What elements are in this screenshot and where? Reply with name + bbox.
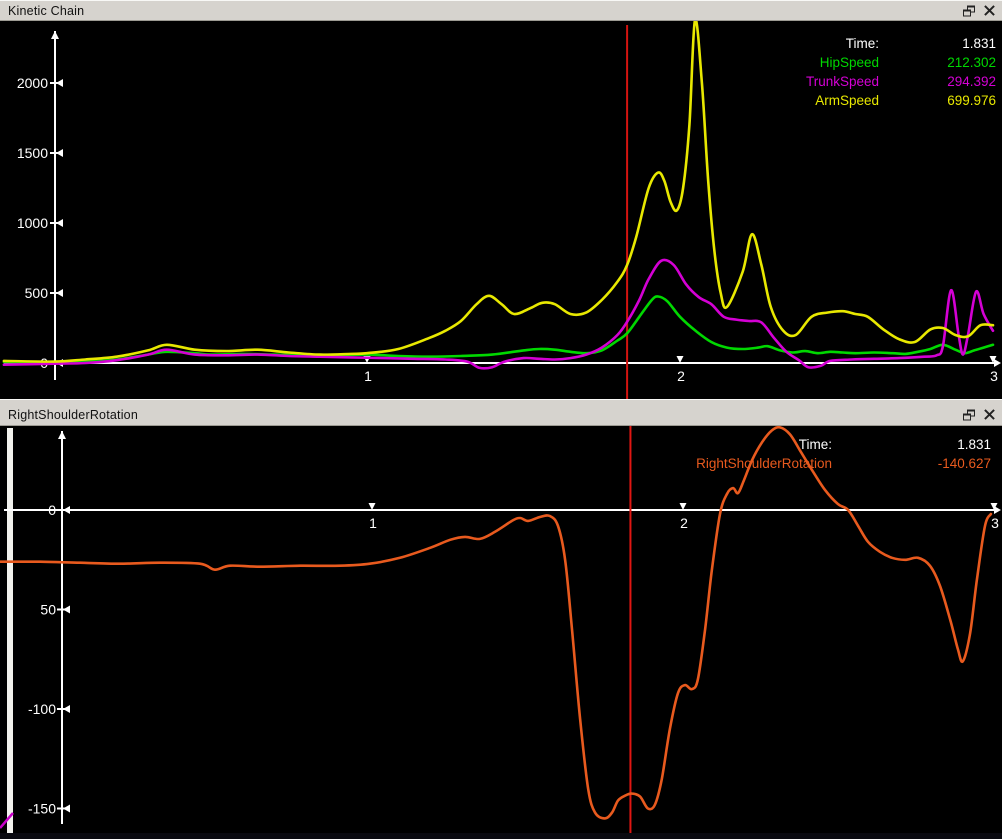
shoulder-rotation-titlebar[interactable]: RightShoulderRotation [0,399,1002,426]
legend-series-name: TrunkSpeed [806,74,879,89]
y-tick-arrow [56,79,63,87]
shoulder-rotation-chart-area[interactable]: 123050-100-150 Time:1.831RightShoulderRo… [0,426,1002,839]
y-tick-arrow [56,219,63,227]
panel-right-shoulder-rotation: RightShoulderRotation 1 2 3 0 50 -100 -150 Tim… [0,399,1002,839]
y-tick-label: 1000 [17,215,48,231]
y-tick-arrow [63,705,70,713]
legend-series-name: ArmSpeed [815,93,879,108]
panel-kinetic-chain: Kinetic Chain 1230500100015002000 Time:1… [0,0,1002,399]
legend-row: ArmSpeed699.976 [806,91,996,110]
legend-time-label: Time: [799,437,832,452]
y-tick-label: 1500 [17,145,48,161]
series-RightShoulderRotation [0,427,991,818]
legend-row: HipSpeed212.302 [806,53,996,72]
legend-series-value: 212.302 [879,55,996,70]
legend-row: Time:1.831 [696,435,991,454]
y-tick-label: 0 [48,502,56,518]
legend-row: Time:1.831 [806,34,996,53]
y-tick-label: 500 [25,285,49,301]
window-buttons [963,5,995,16]
x-tick-label: 3 [991,515,999,531]
y-tick-arrow [63,506,70,514]
kinetic-chain-titlebar[interactable]: Kinetic Chain [0,0,1002,21]
y-axis-arrow [51,31,59,39]
legend-row: RightShoulderRotation-140.627 [696,454,991,473]
y-tick-label: 2000 [17,75,48,91]
window-buttons [963,409,995,420]
legend-series-name: HipSpeed [820,55,879,70]
shoulder-rotation-plot: 1 2 3 0 50 -100 -150 [0,426,1002,839]
legend-series-value: -140.627 [832,456,991,471]
kinetic-chain-chart-area[interactable]: 1230500100015002000 Time:1.831HipSpeed21… [0,21,1002,399]
legend-series-value: 294.392 [879,74,996,89]
x-tick-label: 3 [990,368,998,384]
y-tick-arrow [63,805,70,813]
float-window-icon[interactable] [963,5,975,16]
panel-title: Kinetic Chain [8,4,84,18]
legend-time-label: Time: [846,36,879,51]
panel-title: RightShoulderRotation [8,408,138,422]
x-tick-label: 1 [369,515,377,531]
legend-time-value: 1.831 [832,437,991,452]
bottom-strip [0,833,1002,839]
x-tick [677,356,684,363]
motion-analysis-workspace: { "panels": [ { "title": "Kinetic Chain"… [0,0,1002,839]
legend-series-value: 699.976 [879,93,996,108]
kinetic-chain-legend: Time:1.831HipSpeed212.302TrunkSpeed294.3… [806,34,996,110]
y-axis-arrow [58,431,66,439]
x-tick [680,503,687,510]
left-edge-bar [7,428,13,833]
close-icon[interactable] [984,6,995,16]
x-tick-label: 2 [677,368,685,384]
y-tick-label: -100 [28,701,56,717]
x-tick-label: 1 [364,368,372,384]
y-tick-arrow [63,606,70,614]
y-tick-arrow [56,289,63,297]
y-tick-label: 50 [40,602,56,618]
legend-row: TrunkSpeed294.392 [806,72,996,91]
x-tick-label: 2 [680,515,688,531]
x-axis-arrow [994,359,1001,367]
float-window-icon[interactable] [963,409,975,420]
close-icon[interactable] [984,410,995,420]
y-tick-label: -150 [28,801,56,817]
shoulder-rotation-legend: Time:1.831RightShoulderRotation-140.627 [696,435,991,473]
x-tick [369,503,376,510]
y-tick-arrow [56,149,63,157]
legend-time-value: 1.831 [879,36,996,51]
legend-series-name: RightShoulderRotation [696,456,832,471]
